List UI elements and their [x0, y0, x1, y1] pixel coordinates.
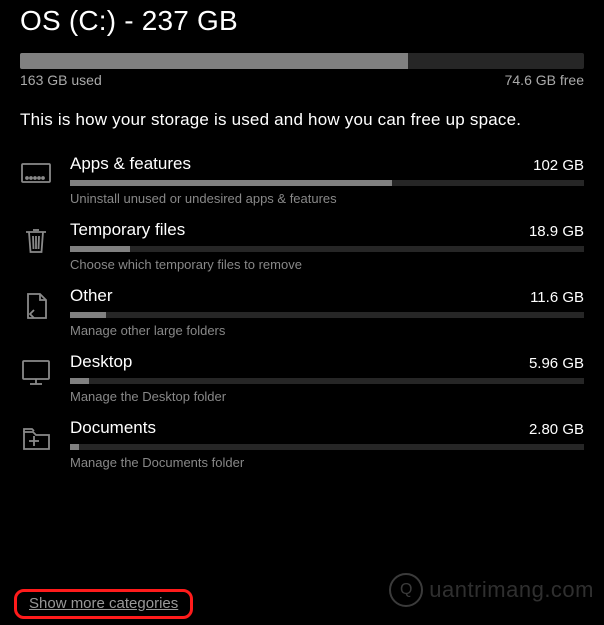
- other-icon: [20, 286, 70, 322]
- category-bar-fill: [70, 312, 106, 318]
- category-size: 102 GB: [533, 157, 584, 174]
- category-body: Other 11.6 GB Manage other large folders: [70, 286, 584, 338]
- documents-icon: [20, 418, 70, 454]
- category-header: Documents 2.80 GB: [70, 418, 584, 438]
- category-apps-features[interactable]: Apps & features 102 GB Uninstall unused or…: [20, 154, 584, 220]
- category-desktop[interactable]: Desktop 5.96 GB Manage the Desktop folder: [20, 352, 584, 418]
- category-bar-fill: [70, 444, 79, 450]
- category-name: Documents: [70, 418, 156, 438]
- annotation-highlight: Show more categories: [14, 589, 193, 619]
- category-body: Apps & features 102 GB Uninstall unused or…: [70, 154, 584, 206]
- category-bar-fill: [70, 246, 130, 252]
- page-title: OS (C:) - 237 GB: [20, 0, 584, 47]
- watermark: Q uantrimang.com: [389, 573, 594, 607]
- category-bar: [70, 312, 584, 318]
- category-bar-fill: [70, 378, 89, 384]
- storage-free-label: 74.6 GB free: [505, 72, 584, 88]
- category-description: Manage other large folders: [70, 323, 584, 338]
- watermark-bulb-icon: Q: [389, 573, 423, 607]
- category-name: Desktop: [70, 352, 132, 372]
- category-description: Uninstall unused or undesired apps & fea…: [70, 191, 584, 206]
- storage-intro-text: This is how your storage is used and how…: [20, 110, 584, 130]
- category-name: Other: [70, 286, 113, 306]
- category-header: Desktop 5.96 GB: [70, 352, 584, 372]
- storage-usage-bar: [20, 53, 584, 69]
- category-header: Apps & features 102 GB: [70, 154, 584, 174]
- category-bar: [70, 180, 584, 186]
- category-description: Manage the Documents folder: [70, 455, 584, 470]
- category-size: 18.9 GB: [529, 223, 584, 240]
- desktop-icon: [20, 352, 70, 388]
- category-size: 2.80 GB: [529, 421, 584, 438]
- category-header: Other 11.6 GB: [70, 286, 584, 306]
- category-other[interactable]: Other 11.6 GB Manage other large folders: [20, 286, 584, 352]
- show-more-categories-link[interactable]: Show more categories: [29, 595, 178, 612]
- category-header: Temporary files 18.9 GB: [70, 220, 584, 240]
- storage-usage-labels: 163 GB used 74.6 GB free: [20, 72, 584, 88]
- category-body: Desktop 5.96 GB Manage the Desktop folder: [70, 352, 584, 404]
- trash-icon: [20, 220, 70, 256]
- category-bar-fill: [70, 180, 392, 186]
- apps-icon: [20, 154, 70, 190]
- category-body: Documents 2.80 GB Manage the Documents fol…: [70, 418, 584, 470]
- category-temporary-files[interactable]: Temporary files 18.9 GB Choose which tempo…: [20, 220, 584, 286]
- category-documents[interactable]: Documents 2.80 GB Manage the Documents fol…: [20, 418, 584, 484]
- category-list: Apps & features 102 GB Uninstall unused or…: [20, 154, 584, 484]
- category-bar: [70, 378, 584, 384]
- category-size: 5.96 GB: [529, 355, 584, 372]
- category-bar: [70, 444, 584, 450]
- category-name: Temporary files: [70, 220, 185, 240]
- category-body: Temporary files 18.9 GB Choose which tempo…: [70, 220, 584, 272]
- category-description: Choose which temporary files to remove: [70, 257, 584, 272]
- storage-used-label: 163 GB used: [20, 72, 102, 88]
- watermark-text: uantrimang.com: [429, 577, 594, 603]
- category-description: Manage the Desktop folder: [70, 389, 584, 404]
- category-name: Apps & features: [70, 154, 191, 174]
- category-bar: [70, 246, 584, 252]
- category-size: 11.6 GB: [530, 289, 584, 306]
- storage-usage-bar-used: [20, 53, 408, 69]
